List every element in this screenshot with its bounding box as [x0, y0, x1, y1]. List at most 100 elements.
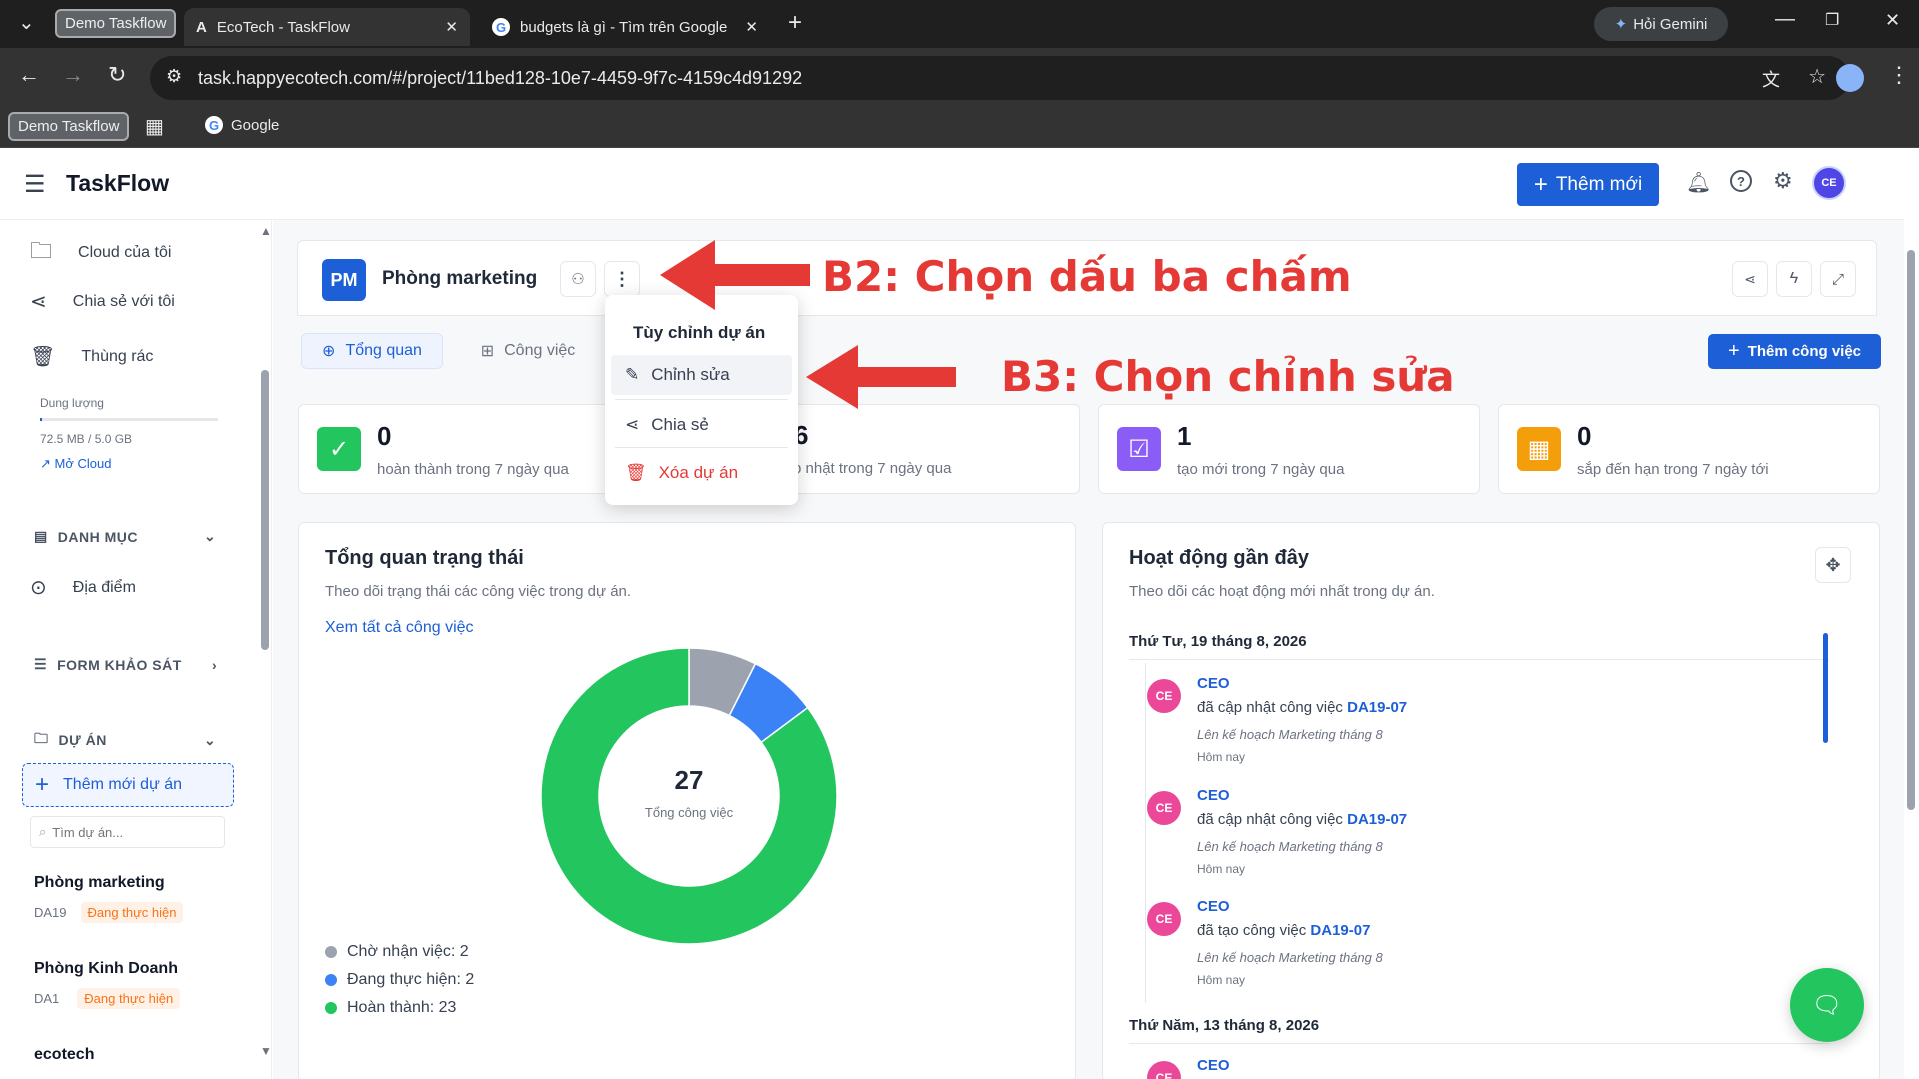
status-overview-card: Tổng quan trạng thái Theo dõi trạng thái… — [298, 522, 1076, 1079]
view-all-tasks-link[interactable]: Xem tất cả công việc — [325, 619, 474, 637]
sidebar-item-label: Thùng rác — [81, 347, 154, 365]
survey-section-header[interactable]: ☰ FORM KHẢO SÁT › — [34, 656, 217, 673]
chat-fab-button[interactable]: 🗨︎ — [1790, 968, 1864, 1042]
activity-user[interactable]: CEO — [1197, 675, 1230, 692]
site-info-icon[interactable]: ⚙ — [166, 66, 182, 87]
status-overview-subtitle: Theo dõi trạng thái các công việc trong … — [325, 583, 632, 600]
address-bar[interactable]: ⚙ task.happyecotech.com/#/project/11bed1… — [150, 56, 1850, 100]
chat-icon: 🗨︎ — [1811, 991, 1843, 1019]
minimize-icon[interactable]: — — [1775, 8, 1795, 31]
project-code: DA1 — [34, 991, 60, 1006]
menu-item-edit[interactable]: ✎ Chỉnh sửa — [611, 355, 792, 395]
legend-item: Đang thực hiện: 2 — [325, 966, 474, 994]
more-options-button[interactable]: ⋮ — [604, 261, 640, 297]
page-scrollbar[interactable] — [1907, 250, 1915, 810]
project-name[interactable]: ecotech — [34, 1046, 94, 1064]
task-link[interactable]: DA19-07 — [1347, 699, 1407, 716]
automation-button[interactable]: ϟ — [1776, 261, 1812, 297]
activity-user[interactable]: CEO — [1197, 787, 1230, 804]
tab-ecotech[interactable]: A EcoTech - TaskFlow ✕ — [184, 8, 470, 46]
share-button[interactable]: ⋖ — [1732, 261, 1768, 297]
activity-scrollbar[interactable] — [1823, 633, 1828, 743]
profile-avatar[interactable] — [1836, 64, 1864, 92]
close-tab-icon[interactable]: ✕ — [745, 18, 758, 36]
project-search-input[interactable] — [52, 824, 203, 840]
translate-icon[interactable]: 文 — [1762, 66, 1780, 92]
menu-item-share[interactable]: ⋖ Chia sẻ — [611, 405, 792, 445]
open-cloud-link[interactable]: ↗ Mở Cloud — [40, 456, 111, 472]
sidebar-item-location[interactable]: ⊙ Địa điểm — [30, 575, 136, 600]
share-icon: ⋖ — [625, 415, 640, 434]
settings-gear-icon[interactable]: ⚙ — [1773, 168, 1793, 194]
storage-usage: 72.5 MB / 5.0 GB — [40, 432, 133, 446]
task-link[interactable]: DA19-07 — [1310, 922, 1370, 939]
task-link[interactable]: DA19-07 — [1347, 811, 1407, 828]
add-task-button[interactable]: + Thêm công việc — [1708, 334, 1881, 369]
activity-user[interactable]: CEO — [1197, 1057, 1230, 1074]
fullscreen-button[interactable]: ⤢ — [1820, 261, 1856, 297]
close-tab-icon[interactable]: ✕ — [445, 18, 458, 36]
close-window-icon[interactable]: ✕ — [1885, 10, 1900, 31]
sidebar-scrollbar[interactable] — [261, 370, 269, 650]
gemini-button[interactable]: ✦ Hỏi Gemini — [1594, 7, 1728, 41]
users-icon: ⚇ — [571, 271, 585, 288]
stat-card-created: ☑ 1 tạo mới trong 7 ngày qua — [1098, 404, 1480, 494]
category-section-header[interactable]: ▤ DANH MỤC ⌄ — [34, 528, 216, 545]
annotation-b2: B2: Chọn dấu ba chấm — [822, 252, 1352, 301]
bookmark-star-icon[interactable]: ☆ — [1808, 64, 1826, 89]
reload-icon[interactable]: ↻ — [108, 62, 126, 88]
legend-label: Đang thực hiện: 2 — [347, 971, 475, 988]
activity-action: đã cập nhật công việc DA19-07 — [1197, 811, 1407, 828]
apps-grid-icon[interactable]: ▦ — [145, 114, 164, 139]
chrome-menu-icon[interactable]: ⋮ — [1888, 62, 1910, 88]
sidebar: 🗀 Cloud của tôi ⋖ Chia sẻ với tôi 🗑︎ Thùng … — [0, 220, 272, 1079]
scroll-down-icon[interactable]: ▼ — [260, 1044, 271, 1058]
divider — [615, 399, 788, 400]
project-section-header[interactable]: 🗀 DỰ ÁN ⌄ — [34, 728, 216, 752]
stat-value: 0 — [377, 421, 392, 451]
tab-group-label[interactable]: Demo Taskflow — [55, 9, 177, 38]
calendar-icon: ▦ — [1517, 427, 1561, 471]
sidebar-item-shared[interactable]: ⋖ Chia sẻ với tôi — [30, 289, 175, 314]
sidebar-item-trash[interactable]: 🗑︎ Thùng rác — [30, 344, 153, 369]
members-button[interactable]: ⚇ — [560, 261, 596, 297]
gemini-label: Hỏi Gemini — [1633, 15, 1708, 33]
tab-title: budgets là gì - Tìm trên Google — [520, 18, 728, 36]
menu-item-delete[interactable]: 🗑︎ Xóa dự án — [611, 453, 792, 493]
forward-icon[interactable]: → — [62, 62, 84, 88]
tab-overview[interactable]: ⊕ Tổng quan — [301, 333, 443, 369]
help-icon[interactable]: ? — [1730, 170, 1752, 192]
sidebar-item-cloud[interactable]: 🗀 Cloud của tôi — [30, 234, 171, 272]
user-avatar[interactable]: CE — [1812, 166, 1846, 200]
scroll-up-icon[interactable]: ▲ — [260, 224, 271, 238]
tab-google[interactable]: G budgets là gì - Tìm trên Google ✕ — [480, 8, 770, 46]
plus-icon: + — [1533, 170, 1548, 198]
tab-list-chevron-icon[interactable]: ⌄ — [18, 10, 35, 35]
add-new-button[interactable]: + Thêm mới — [1517, 163, 1659, 206]
user-avatar: CE — [1147, 679, 1181, 713]
chart-total: 27 — [675, 765, 704, 795]
hamburger-menu-icon[interactable]: ☰ — [24, 170, 46, 199]
add-project-button[interactable]: + Thêm mới dự án — [22, 763, 234, 807]
tab-tasks[interactable]: ⊞ Công việc — [463, 333, 593, 369]
project-item[interactable]: Phòng marketing DA19 Đang thực hiện — [34, 874, 184, 923]
activity-user[interactable]: CEO — [1197, 898, 1230, 915]
bookmark-google[interactable]: G Google — [205, 116, 279, 134]
bookmarks-bar: Demo Taskflow ▦ G Google — [0, 108, 1919, 148]
location-pin-icon: ⊙ — [30, 577, 47, 599]
drag-handle-button[interactable]: ✥ — [1815, 547, 1851, 583]
stat-label: tạo mới trong 7 ngày qua — [1177, 461, 1345, 478]
bookmark-group[interactable]: Demo Taskflow — [8, 112, 130, 141]
restore-icon[interactable]: ❐ — [1825, 10, 1839, 30]
activity-time: Hôm nay — [1197, 973, 1246, 987]
new-tab-icon[interactable]: + — [788, 9, 802, 37]
project-options-menu: Tùy chỉnh dự án ✎ Chỉnh sửa ⋖ Chia sẻ 🗑︎ Xó… — [605, 295, 798, 505]
project-search[interactable]: ⌕ — [30, 816, 225, 848]
app-header: ☰ TaskFlow + Thêm mới 🔔︎ ? ⚙ CE — [0, 148, 1904, 220]
sidebar-item-label: Chia sẻ với tôi — [72, 292, 175, 310]
back-icon[interactable]: ← — [18, 62, 40, 88]
action-text: đã tạo công việc — [1197, 922, 1307, 939]
activity-detail: Lên kế hoạch Marketing tháng 8 — [1197, 727, 1383, 742]
bell-icon[interactable]: 🔔︎ — [1686, 170, 1711, 195]
project-item[interactable]: Phòng Kinh Doanh DA1 Đang thực hiện — [34, 960, 181, 1009]
